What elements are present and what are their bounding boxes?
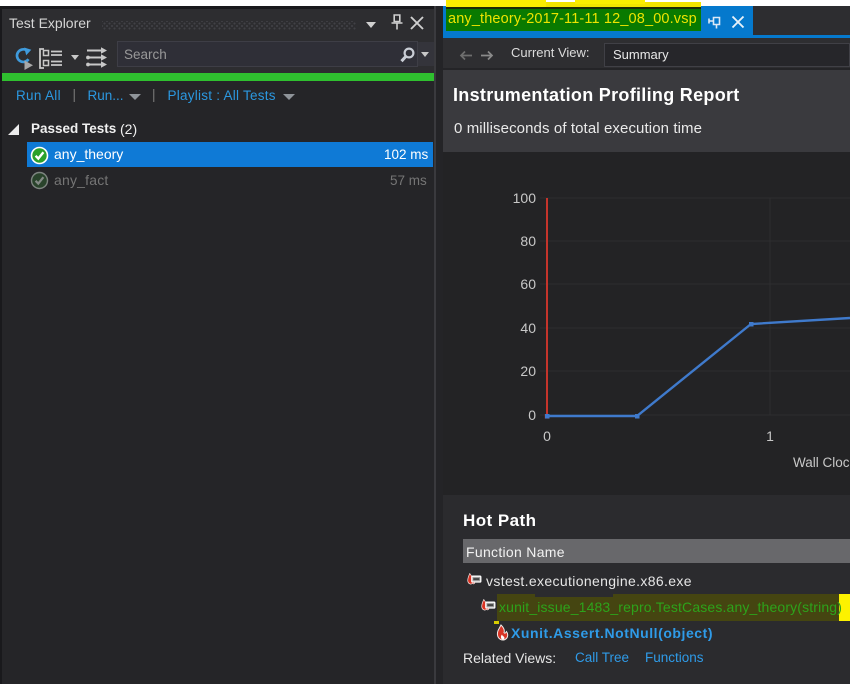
svg-text:20: 20: [520, 363, 536, 379]
svg-text:0: 0: [543, 428, 551, 444]
svg-text:80: 80: [520, 233, 536, 249]
svg-text:0: 0: [528, 407, 536, 423]
svg-text:40: 40: [520, 320, 536, 336]
svg-text:100: 100: [513, 190, 537, 206]
svg-text:60: 60: [520, 276, 536, 292]
svg-text:1: 1: [766, 428, 774, 444]
svg-text:Wall Clock Time: Wall Clock Time: [793, 455, 850, 470]
